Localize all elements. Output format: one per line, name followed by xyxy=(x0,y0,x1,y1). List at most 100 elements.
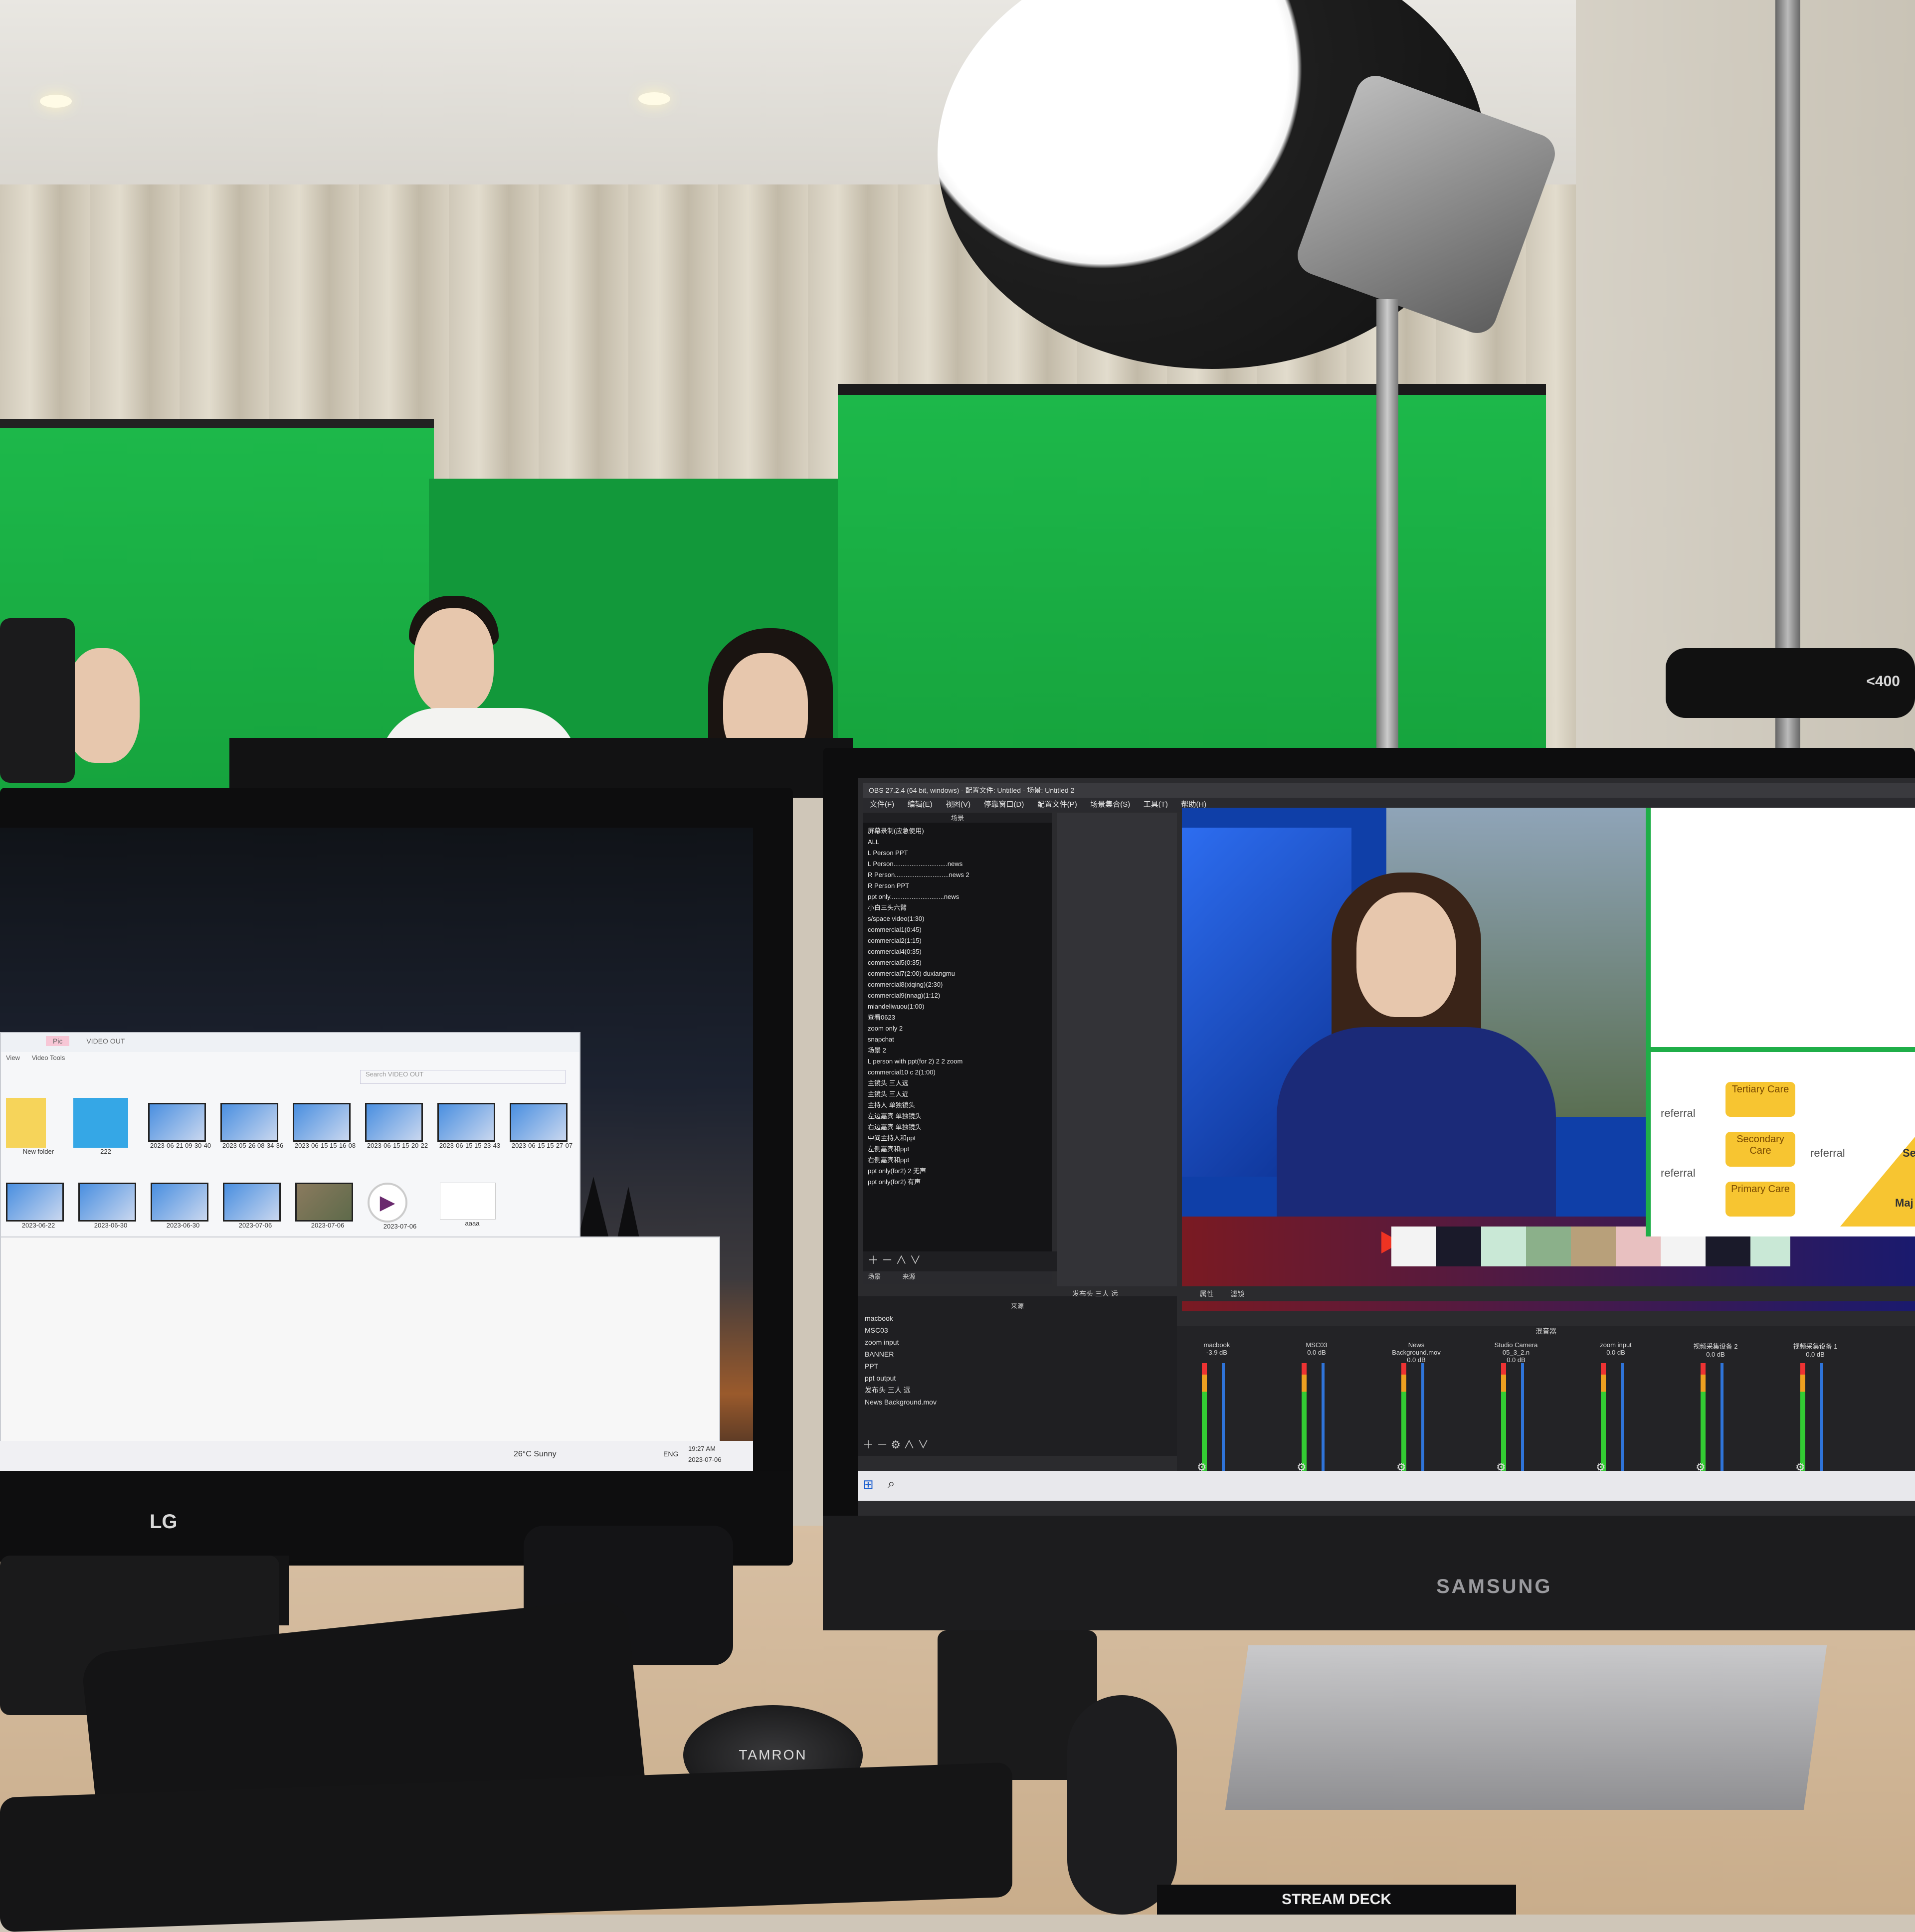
audio-mixer[interactable]: 混音器 macbook -3.9 dB ⚙ MSC03 0.0 dB ⚙ News Back… xyxy=(1177,1326,1915,1486)
file-item[interactable]: 2023-05-26 08-34-36 xyxy=(220,1103,285,1149)
scene-item[interactable]: ppt only..............................ne… xyxy=(868,891,1047,902)
volume-fader[interactable] xyxy=(1322,1363,1325,1478)
scene-item[interactable]: commercial8(xiqing)(2:30) xyxy=(868,979,1047,990)
scene-item[interactable]: commercial10 c 2(1:00) xyxy=(868,1067,1047,1078)
file-item[interactable]: 2023-07-06 xyxy=(223,1183,288,1229)
scene-controls[interactable]: ＋ － ∧ ∨ xyxy=(863,1251,1057,1271)
scene-item[interactable]: 场景 2 xyxy=(868,1045,1047,1056)
source-item[interactable]: macbook xyxy=(865,1312,1170,1324)
stream-deck[interactable]: STREAM DECK xyxy=(1157,1885,1516,1915)
source-item[interactable]: BANNER xyxy=(865,1348,1170,1360)
sources-panel[interactable]: 来源 macbook MSC03 zoom input BANNER PPT p… xyxy=(858,1296,1177,1446)
tab-video-out[interactable]: VIDEO OUT xyxy=(86,1037,125,1045)
scene-item[interactable]: 主镜头 三人远 xyxy=(868,1078,1047,1089)
file-explorer-window[interactable]: Pic VIDEO OUT View Video Tools Search VI… xyxy=(0,1032,580,1253)
file-item[interactable]: 2023-06-15 15-27-07 xyxy=(510,1103,574,1149)
channel-name: MSC03 xyxy=(1306,1341,1328,1349)
menu-edit[interactable]: 编辑(E) xyxy=(908,798,933,812)
source-item[interactable]: 发布头 三人 远 xyxy=(865,1384,1170,1396)
node-secondary-care: Secondary Care xyxy=(1725,1132,1795,1167)
file-name: aaaa xyxy=(465,1220,480,1227)
weather-text[interactable]: 26°C Sunny xyxy=(514,1450,557,1459)
scene-item[interactable]: ppt only(for2) 2 无声 xyxy=(868,1166,1047,1177)
source-item[interactable]: PPT xyxy=(865,1360,1170,1372)
scene-item[interactable]: 中间主持人和ppt xyxy=(868,1133,1047,1144)
file-item[interactable]: New folder xyxy=(6,1098,71,1155)
scene-item[interactable]: 主持人 单独镜头 xyxy=(868,1100,1047,1111)
scene-item[interactable]: miandeliwuou(1:00) xyxy=(868,1001,1047,1012)
file-item[interactable]: 2023-06-30 xyxy=(78,1183,143,1229)
scene-item[interactable]: commercial4(0:35) xyxy=(868,946,1047,957)
file-item[interactable]: 2023-06-22 xyxy=(6,1183,71,1229)
file-item[interactable]: 2023-06-30 xyxy=(151,1183,215,1229)
scene-item[interactable]: 屏幕录制(应急使用) xyxy=(868,826,1047,837)
properties-button[interactable]: 属性 xyxy=(1200,1290,1214,1298)
search-icon[interactable]: ⌕ xyxy=(888,1476,895,1492)
scene-item[interactable]: commercial7(2:00) duxiangmu xyxy=(868,968,1047,979)
scene-item[interactable]: ALL xyxy=(868,837,1047,848)
scene-item[interactable]: commercial1(0:45) xyxy=(868,924,1047,935)
clock-time[interactable]: 19:27 AM xyxy=(688,1445,716,1452)
file-item[interactable]: aaaa xyxy=(440,1183,505,1227)
scene-item[interactable]: commercial9(nnag)(1:12) xyxy=(868,990,1047,1001)
source-controls[interactable]: ＋ － ⚙ ∧ ∨ xyxy=(858,1436,1182,1456)
scene-item[interactable]: snapchat xyxy=(868,1034,1047,1045)
source-item[interactable]: ppt output xyxy=(865,1372,1170,1384)
windows-taskbar: ⊞ ⌕ xyxy=(858,1471,1915,1501)
file-item[interactable]: 2023-07-06 xyxy=(295,1183,360,1229)
scene-item[interactable]: 右边嘉宾 单独镜头 xyxy=(868,1122,1047,1133)
file-item[interactable]: ▶ 2023-07-06 xyxy=(368,1183,432,1230)
tab-scenes[interactable]: 场景 xyxy=(868,1273,881,1280)
menu-tools[interactable]: 工具(T) xyxy=(1144,798,1168,812)
search-input[interactable]: Search VIDEO OUT xyxy=(360,1070,566,1084)
scene-item[interactable]: s/space video(1:30) xyxy=(868,913,1047,924)
scene-item[interactable]: zoom only 2 xyxy=(868,1023,1047,1034)
file-item[interactable]: 2023-06-15 15-16-08 xyxy=(293,1103,358,1149)
menu-docks[interactable]: 停靠窗口(D) xyxy=(984,798,1024,812)
menu-video-tools[interactable]: Video Tools xyxy=(32,1054,65,1061)
scene-item[interactable]: ppt only(for2) 有声 xyxy=(868,1177,1047,1188)
scene-item[interactable]: 小白三头六臂 xyxy=(868,902,1047,913)
volume-fader[interactable] xyxy=(1820,1363,1823,1478)
volume-fader[interactable] xyxy=(1721,1363,1724,1478)
menu-view[interactable]: 视图(V) xyxy=(946,798,970,812)
language-indicator[interactable]: ENG xyxy=(663,1450,678,1458)
scene-item[interactable]: L Person PPT xyxy=(868,848,1047,859)
volume-fader[interactable] xyxy=(1222,1363,1225,1478)
volume-fader[interactable] xyxy=(1421,1363,1424,1478)
volume-fader[interactable] xyxy=(1621,1363,1624,1478)
scene-item[interactable]: L Person..............................ne… xyxy=(868,859,1047,870)
menu-view[interactable]: View xyxy=(6,1054,20,1061)
start-icon[interactable]: ⊞ xyxy=(863,1477,874,1492)
menu-scene-collection[interactable]: 场景集合(S) xyxy=(1090,798,1130,812)
filters-button[interactable]: 滤镜 xyxy=(1231,1290,1245,1298)
folder-icon xyxy=(73,1098,128,1148)
scene-list[interactable]: 屏幕录制(应急使用) ALL L Person PPT L Person.......… xyxy=(863,823,1052,1251)
file-item[interactable]: 2023-06-21 09-30-40 xyxy=(148,1103,213,1149)
scene-item[interactable]: R Person..............................ne… xyxy=(868,870,1047,880)
file-item[interactable]: 2023-06-15 15-20-22 xyxy=(365,1103,430,1149)
tab-pic[interactable]: Pic xyxy=(46,1036,70,1046)
clock-date[interactable]: 2023-07-06 xyxy=(688,1456,722,1463)
file-item[interactable]: 2023-06-15 15-23-43 xyxy=(437,1103,502,1149)
scene-item[interactable]: 左边嘉宾 单独镜头 xyxy=(868,1111,1047,1122)
scene-item[interactable]: R Person PPT xyxy=(868,880,1047,891)
scene-item[interactable]: 右侧嘉宾和ppt xyxy=(868,1155,1047,1166)
scene-item[interactable]: 查看0623 xyxy=(868,1012,1047,1023)
file-name: 2023-06-21 09-30-40 xyxy=(150,1142,211,1149)
volume-fader[interactable] xyxy=(1521,1363,1524,1478)
tab-sources[interactable]: 来源 xyxy=(903,1273,916,1280)
source-item[interactable]: zoom input xyxy=(865,1336,1170,1348)
source-item[interactable]: MSC03 xyxy=(865,1324,1170,1336)
menu-file[interactable]: 文件(F) xyxy=(870,798,894,812)
file-item[interactable]: 222 xyxy=(73,1098,138,1155)
source-item[interactable]: News Background.mov xyxy=(865,1396,1170,1408)
blank-window[interactable] xyxy=(0,1236,720,1443)
scene-item[interactable]: commercial5(0:35) xyxy=(868,957,1047,968)
scene-item[interactable]: L person with ppt(for 2) 2 2 zoom xyxy=(868,1056,1047,1067)
mouse[interactable] xyxy=(1067,1695,1177,1915)
scene-item[interactable]: commercial2(1:15) xyxy=(868,935,1047,946)
menu-profile[interactable]: 配置文件(P) xyxy=(1037,798,1077,812)
scene-item[interactable]: 主镜头 三人近 xyxy=(868,1089,1047,1100)
scene-item[interactable]: 左侧嘉宾和ppt xyxy=(868,1144,1047,1155)
